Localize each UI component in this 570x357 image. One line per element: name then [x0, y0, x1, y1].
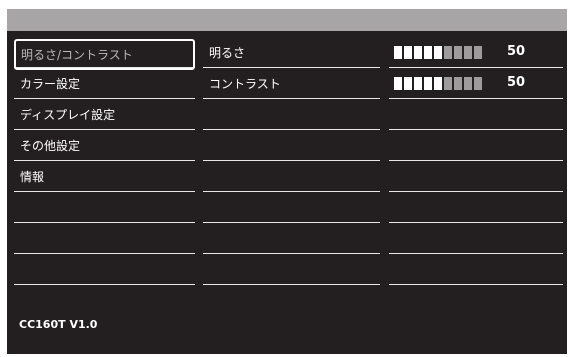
setting-row-empty	[203, 99, 380, 130]
level-segment	[404, 46, 412, 59]
level-segment	[404, 77, 412, 90]
level-segment	[464, 46, 472, 59]
menu-selection-highlight[interactable]: 明るさ/コントラスト	[14, 39, 195, 70]
value-row-empty	[389, 192, 563, 223]
level-segment	[444, 77, 452, 90]
level-segment	[414, 77, 422, 90]
level-segment	[444, 46, 452, 59]
menu-category-list: カラー設定 ディスプレイ設定 その他設定 情報	[14, 37, 195, 285]
firmware-version: CC160T V1.0	[19, 318, 98, 331]
menu-item-label: カラー設定	[20, 77, 81, 91]
menu-item-label: 明るさ/コントラスト	[21, 48, 133, 62]
menu-item-other-settings[interactable]: その他設定	[14, 130, 195, 161]
level-segment	[424, 77, 432, 90]
setting-row-empty	[203, 192, 380, 223]
level-segment	[474, 77, 482, 90]
contrast-value-row[interactable]: 50	[389, 68, 563, 99]
menu-item-empty	[14, 223, 195, 254]
contrast-value: 50	[507, 75, 526, 90]
value-row-empty	[389, 254, 563, 285]
setting-row-empty	[203, 161, 380, 192]
level-segment	[474, 46, 482, 59]
level-segment	[424, 46, 432, 59]
level-segment	[414, 46, 422, 59]
menu-item-empty	[14, 254, 195, 285]
level-segment	[434, 77, 442, 90]
value-row-empty	[389, 99, 563, 130]
brightness-value: 50	[507, 44, 526, 59]
brightness-level-bar[interactable]	[394, 46, 486, 59]
setting-value-list: 50 50	[389, 37, 563, 285]
menu-item-label: 情報	[20, 170, 45, 184]
level-segment	[394, 77, 402, 90]
setting-name-list: 明るさ コントラスト	[203, 37, 380, 285]
setting-row-empty	[203, 254, 380, 285]
level-segment	[464, 77, 472, 90]
value-row-empty	[389, 161, 563, 192]
setting-row-empty	[203, 223, 380, 254]
value-row-empty	[389, 223, 563, 254]
level-segment	[394, 46, 402, 59]
osd-menu-window: カラー設定 ディスプレイ設定 その他設定 情報 明るさ/コントラスト 明るさ コ…	[7, 9, 567, 354]
level-segment	[454, 77, 462, 90]
menu-item-display-settings[interactable]: ディスプレイ設定	[14, 99, 195, 130]
brightness-value-row[interactable]: 50	[389, 37, 563, 68]
menu-item-information[interactable]: 情報	[14, 161, 195, 192]
contrast-level-bar[interactable]	[394, 77, 486, 90]
value-row-empty	[389, 130, 563, 161]
setting-label-contrast: コントラスト	[209, 77, 281, 91]
menu-item-empty	[14, 192, 195, 223]
setting-row-contrast[interactable]: コントラスト	[203, 68, 380, 99]
setting-row-empty	[203, 130, 380, 161]
osd-title-bar	[7, 9, 567, 31]
level-segment	[434, 46, 442, 59]
level-segment	[454, 46, 462, 59]
menu-item-label: その他設定	[20, 139, 81, 153]
setting-row-brightness[interactable]: 明るさ	[203, 37, 380, 68]
menu-item-color-settings[interactable]: カラー設定	[14, 68, 195, 99]
menu-item-label: ディスプレイ設定	[20, 108, 116, 122]
setting-label-brightness: 明るさ	[209, 46, 246, 60]
